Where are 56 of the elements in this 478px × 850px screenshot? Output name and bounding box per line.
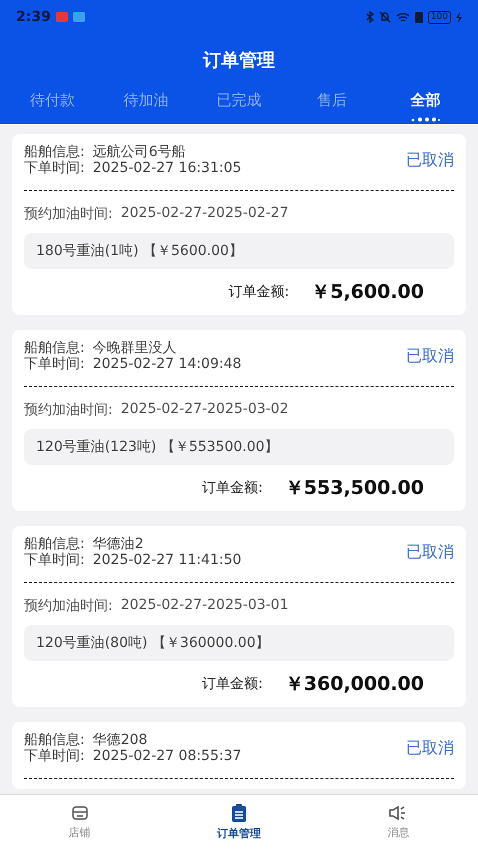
reserve-time-label: 预约加油时间: <box>24 597 113 615</box>
status-time: 2:39 <box>16 9 51 25</box>
order-time-label: 下单时间: <box>24 160 85 176</box>
battery-level: 100 <box>428 10 451 24</box>
page-title: 订单管理 <box>203 49 275 72</box>
charging-icon <box>456 12 462 22</box>
mute-icon <box>378 11 391 23</box>
tab-indicator <box>410 117 440 122</box>
order-time-label: 下单时间: <box>24 356 85 372</box>
amount-label: 订单金额: <box>228 283 290 301</box>
order-time-label: 下单时间: <box>24 748 85 764</box>
amount-label: 订单金额: <box>202 479 263 497</box>
clipboard-icon <box>230 804 247 822</box>
reserve-time: 2025-02-27-2025-02-27 <box>120 205 288 223</box>
order-time-label: 下单时间: <box>24 552 85 568</box>
ship-name: 远航公司6号船 <box>92 144 186 160</box>
order-card[interactable]: 船舶信息: 远航公司6号船 下单时间: 2025-02-27 16:31:05 已取消 预约加油时间: 2025-02-27-2025-02-27 180号重油(1吨) 【￥5600.00】 订单金额: ￥5,600.00 <box>12 134 466 315</box>
wifi-icon <box>396 12 410 22</box>
fuel-item: 120号重油(123吨) 【￥553500.00】 <box>24 429 454 465</box>
order-amount: ￥5,600.00 <box>311 280 424 305</box>
order-time: 2025-02-27 11:41:50 <box>92 552 242 568</box>
order-time: 2025-02-27 16:31:05 <box>92 160 242 176</box>
bluetooth-icon <box>366 11 374 23</box>
order-amount: ￥360,000.00 <box>284 672 424 697</box>
fuel-item: 180号重油(1吨) 【￥5600.00】 <box>24 233 454 269</box>
sim-icon <box>414 12 423 22</box>
ship-label: 船舶信息: <box>24 144 85 160</box>
tab[interactable]: 全部 <box>378 86 472 124</box>
fuel-item: 120号重油(80吨) 【￥360000.00】 <box>24 625 454 661</box>
order-card[interactable]: 船舶信息: 华德油2 下单时间: 2025-02-27 11:41:50 已取消 预约加油时间: 2025-02-27-2025-03-01 120号重油(80吨) 【￥360000.00】 订单金额: ￥360,000.00 <box>12 526 466 707</box>
amount-label: 订单金额: <box>202 675 263 693</box>
reserve-time: 2025-02-27-2025-03-01 <box>120 597 288 615</box>
order-time: 2025-02-27 14:09:48 <box>92 356 242 372</box>
order-time: 2025-02-27 08:55:37 <box>92 748 242 764</box>
order-status: 已取消 <box>406 346 454 366</box>
order-status: 已取消 <box>406 738 454 758</box>
nav-item[interactable]: 消息 <box>318 795 478 850</box>
order-amount: ￥553,500.00 <box>284 476 424 501</box>
nav-item[interactable]: 店铺 <box>0 795 160 850</box>
reserve-time-label: 预约加油时间: <box>24 401 113 419</box>
ship-label: 船舶信息: <box>24 536 85 552</box>
nav-item[interactable]: 订单管理 <box>159 795 319 850</box>
ship-label: 船舶信息: <box>24 340 85 356</box>
order-status: 已取消 <box>406 542 454 562</box>
reserve-time-label: 预约加油时间: <box>24 205 113 223</box>
notification-icon <box>72 12 85 22</box>
order-card[interactable]: 船舶信息: 今晚群里没人 下单时间: 2025-02-27 14:09:48 已取消 预约加油时间: 2025-02-27-2025-03-02 120号重油(123吨) 【￥553500.00】 订单金额: ￥553,500.00 <box>12 330 466 511</box>
notification-icon <box>56 12 68 22</box>
ship-name: 今晚群里没人 <box>92 340 177 356</box>
ship-name: 华德208 <box>92 732 148 748</box>
order-status: 已取消 <box>406 150 454 170</box>
ship-label: 船舶信息: <box>24 732 85 748</box>
reserve-time: 2025-02-27-2025-03-02 <box>120 401 288 419</box>
order-card[interactable]: 船舶信息: 华德208 下单时间: 2025-02-27 08:55:37 已取消 <box>12 722 466 789</box>
ship-name: 华德油2 <box>92 536 144 552</box>
store-icon <box>70 805 89 821</box>
